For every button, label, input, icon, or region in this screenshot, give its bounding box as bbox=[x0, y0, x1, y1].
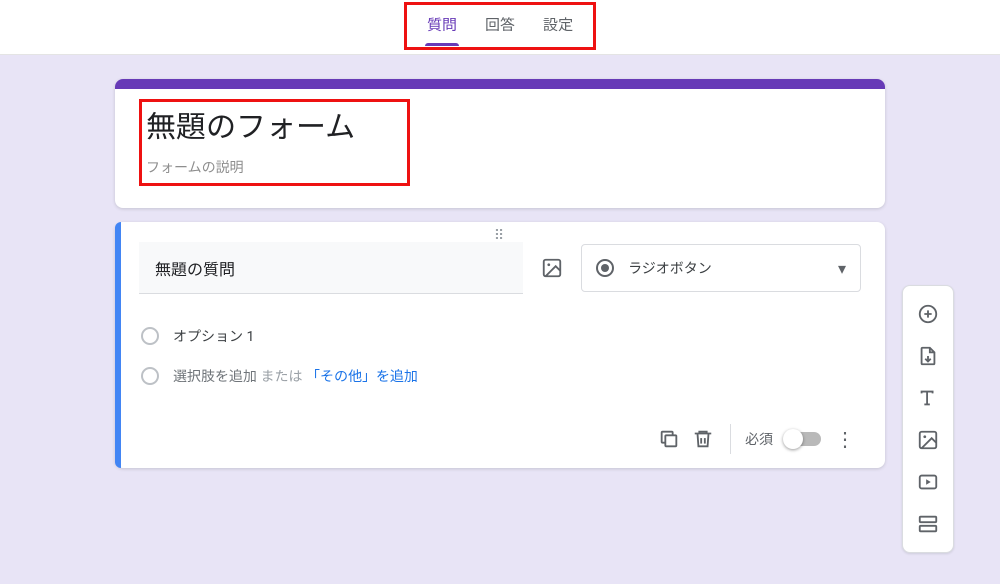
add-option-row: 選択肢を追加 または 「その他」を追加 bbox=[141, 356, 861, 396]
title-highlight-box: 無題のフォーム フォームの説明 bbox=[139, 99, 410, 186]
option-row[interactable]: オプション 1 bbox=[141, 316, 861, 356]
drag-handle-icon[interactable]: ⠿ bbox=[494, 228, 506, 244]
or-label: または bbox=[260, 369, 305, 385]
tab-responses[interactable]: 回答 bbox=[485, 5, 515, 41]
tabs-highlight-box: 質問 回答 設定 bbox=[404, 2, 596, 50]
tab-settings[interactable]: 設定 bbox=[543, 5, 573, 41]
radio-icon bbox=[596, 259, 614, 277]
question-top-row: ラジオボタン ▾ bbox=[139, 242, 861, 294]
top-tab-bar: 質問 回答 設定 bbox=[0, 0, 1000, 55]
import-questions-icon[interactable] bbox=[910, 338, 946, 374]
required-toggle[interactable] bbox=[785, 432, 821, 446]
add-video-icon[interactable] bbox=[910, 464, 946, 500]
tab-questions[interactable]: 質問 bbox=[427, 5, 457, 41]
question-card[interactable]: ⠿ ラジオボタン ▾ オプション 1 選択肢を追加 または bbox=[115, 222, 885, 468]
question-title-input[interactable] bbox=[139, 242, 523, 294]
side-toolbar bbox=[902, 285, 954, 553]
add-question-icon[interactable] bbox=[910, 296, 946, 332]
add-section-icon[interactable] bbox=[910, 506, 946, 542]
form-title[interactable]: 無題のフォーム bbox=[146, 108, 355, 147]
duplicate-icon[interactable] bbox=[656, 426, 682, 452]
option-radio-icon bbox=[141, 327, 159, 345]
form-header-card[interactable]: 無題のフォーム フォームの説明 bbox=[115, 79, 885, 208]
form-canvas: 無題のフォーム フォームの説明 ⠿ ラジオボタン ▾ オプション 1 bbox=[0, 55, 1000, 584]
add-option-button[interactable]: 選択肢を追加 bbox=[173, 369, 257, 385]
form-description[interactable]: フォームの説明 bbox=[146, 157, 355, 177]
add-title-icon[interactable] bbox=[910, 380, 946, 416]
insert-image-icon[interactable] bbox=[539, 255, 565, 281]
question-type-label: ラジオボタン bbox=[628, 258, 824, 278]
question-type-select[interactable]: ラジオボタン ▾ bbox=[581, 244, 861, 292]
option-label[interactable]: オプション 1 bbox=[173, 326, 254, 346]
add-other-button[interactable]: 「その他」を追加 bbox=[306, 369, 418, 385]
add-image-icon[interactable] bbox=[910, 422, 946, 458]
options-list: オプション 1 選択肢を追加 または 「その他」を追加 bbox=[139, 316, 861, 396]
question-footer: 必須 ⋮ bbox=[139, 424, 861, 454]
required-label: 必須 bbox=[745, 429, 773, 449]
option-radio-icon bbox=[141, 367, 159, 385]
caret-down-icon: ▾ bbox=[838, 259, 846, 278]
more-menu-icon[interactable]: ⋮ bbox=[829, 427, 861, 451]
divider bbox=[730, 424, 731, 454]
delete-icon[interactable] bbox=[690, 426, 716, 452]
